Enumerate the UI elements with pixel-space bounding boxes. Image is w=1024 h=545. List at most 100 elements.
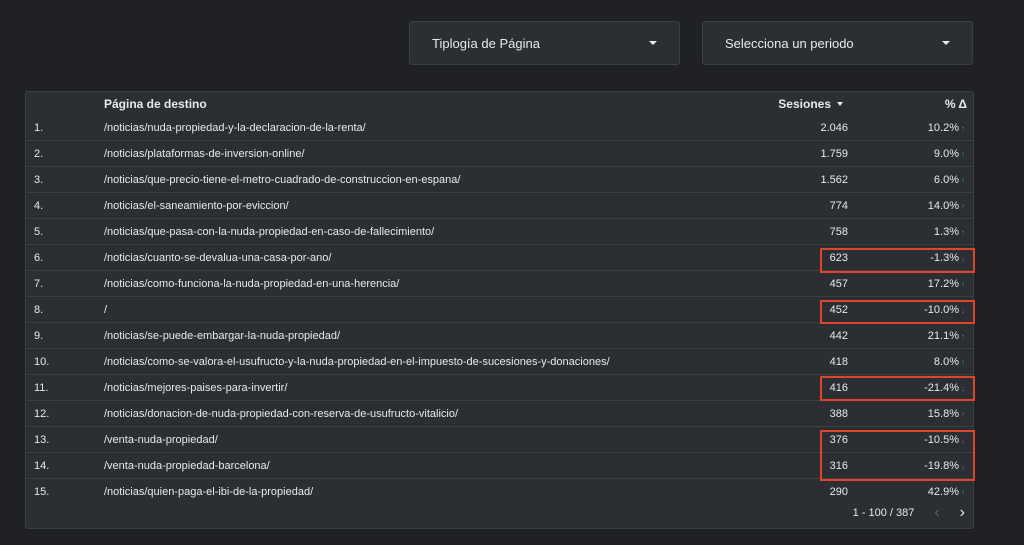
row-page-path[interactable]: /noticias/donacion-de-nuda-propiedad-con… — [104, 408, 458, 420]
row-delta: 10.2% ↑ — [928, 122, 965, 134]
table-row[interactable]: 13. /venta-nuda-propiedad/376 -10.5% ↓ — [26, 427, 973, 453]
row-delta: 6.0% ↑ — [934, 174, 965, 186]
row-delta: 21.1% ↑ — [928, 330, 965, 342]
row-page-path[interactable]: /noticias/quien-paga-el-ibi-de-la-propie… — [104, 486, 313, 498]
row-index: 11. — [34, 382, 49, 394]
arrow-down-icon: ↓ — [961, 462, 965, 471]
row-delta: 9.0% ↑ — [934, 148, 965, 160]
row-delta-value: 14.0% — [927, 200, 959, 212]
table-row[interactable]: 15. /noticias/quien-paga-el-ibi-de-la-pro… — [26, 479, 973, 505]
chevron-right-icon[interactable]: › — [960, 504, 965, 522]
table-row[interactable]: 2. /noticias/plataformas-de-inversion-onl… — [26, 141, 973, 167]
column-header-sessions-label: Sesiones — [778, 97, 831, 111]
row-page-path[interactable]: /noticias/como-se-valora-el-usufructo-y-… — [104, 356, 610, 368]
row-index: 2. — [34, 148, 44, 160]
row-index: 5. — [34, 226, 44, 238]
table-row[interactable]: 14. /venta-nuda-propiedad-barcelona/316 -1… — [26, 453, 973, 479]
arrow-down-icon: ↓ — [961, 306, 965, 315]
table-row[interactable]: 9. /noticias/se-puede-embargar-la-nuda-pr… — [26, 323, 973, 349]
periodo-dropdown[interactable]: Selecciona un periodo — [702, 21, 973, 65]
pagination: 1 - 100 / 387 ‹ › — [853, 504, 965, 522]
row-delta: 1.3% ↑ — [934, 226, 965, 238]
arrow-up-icon: ↑ — [961, 202, 965, 211]
row-page-path[interactable]: /noticias/que-precio-tiene-el-metro-cuad… — [104, 174, 460, 186]
row-sessions: 457 — [829, 278, 848, 290]
arrow-up-icon: ↑ — [961, 410, 965, 419]
row-page-path[interactable]: /noticias/cuanto-se-devalua-una-casa-por… — [104, 252, 331, 264]
table-row[interactable]: 12. /noticias/donacion-de-nuda-propiedad-… — [26, 401, 973, 427]
row-sessions: 416 — [829, 382, 848, 394]
arrow-up-icon: ↑ — [961, 150, 965, 159]
row-sessions: 2.046 — [820, 122, 848, 134]
row-delta-value: -21.4% — [924, 382, 959, 394]
table-row[interactable]: 5. /noticias/que-pasa-con-la-nuda-propied… — [26, 219, 973, 245]
row-sessions: 316 — [829, 460, 848, 472]
row-index: 9. — [34, 330, 44, 342]
row-index: 6. — [34, 252, 44, 264]
row-delta-value: 15.8% — [927, 408, 959, 420]
arrow-up-icon: ↑ — [961, 488, 965, 497]
row-delta-value: 1.3% — [933, 226, 959, 238]
row-delta-value: 17.2% — [927, 278, 959, 290]
row-page-path[interactable]: /noticias/mejores-paises-para-invertir/ — [104, 382, 287, 394]
row-sessions: 442 — [829, 330, 848, 342]
row-delta: -1.3% ↓ — [930, 252, 965, 264]
table-row[interactable]: 1. /noticias/nuda-propiedad-y-la-declarac… — [26, 115, 973, 141]
chevron-left-icon[interactable]: ‹ — [934, 504, 939, 522]
row-page-path[interactable]: /venta-nuda-propiedad/ — [104, 434, 218, 446]
tipologia-dropdown-label: Tiplogía de Página — [432, 35, 540, 51]
row-delta-value: 9.0% — [933, 148, 959, 160]
row-delta-value: -19.8% — [924, 460, 959, 472]
table-row[interactable]: 7. /noticias/como-funciona-la-nuda-propie… — [26, 271, 973, 297]
row-sessions: 1.759 — [820, 148, 848, 160]
row-index: 12. — [34, 408, 50, 420]
row-index: 3. — [34, 174, 44, 186]
row-delta-value: -1.3% — [930, 252, 959, 264]
table-row[interactable]: 8. / 452 -10.0% ↓ — [26, 297, 973, 323]
row-page-path[interactable]: /noticias/como-funciona-la-nuda-propieda… — [104, 278, 399, 290]
caret-down-icon — [942, 41, 950, 45]
row-page-path[interactable]: /noticias/plataformas-de-inversion-onlin… — [104, 148, 305, 160]
tipologia-dropdown[interactable]: Tiplogía de Página — [409, 21, 680, 65]
table-row[interactable]: 4. /noticias/el-saneamiento-por-eviccion/… — [26, 193, 973, 219]
row-page-path[interactable]: /noticias/el-saneamiento-por-eviccion/ — [104, 200, 289, 212]
row-sessions: 376 — [829, 434, 848, 446]
caret-down-icon — [649, 41, 657, 45]
row-sessions: 388 — [829, 408, 848, 420]
row-delta-value: 42.9% — [927, 486, 959, 498]
row-page-path[interactable]: /noticias/se-puede-embargar-la-nuda-prop… — [104, 330, 340, 342]
row-delta: 15.8% ↑ — [928, 408, 965, 420]
row-delta: -10.5% ↓ — [924, 434, 965, 446]
row-sessions: 290 — [829, 486, 848, 498]
row-delta: -21.4% ↓ — [924, 382, 965, 394]
arrow-up-icon: ↑ — [961, 358, 965, 367]
row-page-path[interactable]: /noticias/que-pasa-con-la-nuda-propiedad… — [104, 226, 434, 238]
row-delta-value: 8.0% — [933, 356, 959, 368]
column-header-sessions[interactable]: Sesiones — [778, 97, 843, 111]
row-delta-value: 10.2% — [927, 122, 959, 134]
arrow-down-icon: ↓ — [961, 384, 965, 393]
arrow-up-icon: ↑ — [961, 280, 965, 289]
row-delta: 42.9% ↑ — [928, 486, 965, 498]
table-header: Página de destino Sesiones % Δ — [26, 92, 973, 115]
row-sessions: 623 — [829, 252, 848, 264]
arrow-up-icon: ↑ — [961, 124, 965, 133]
row-sessions: 758 — [829, 226, 848, 238]
arrow-down-icon: ↓ — [961, 254, 965, 263]
row-index: 14. — [34, 460, 50, 472]
table-row[interactable]: 11. /noticias/mejores-paises-para-inverti… — [26, 375, 973, 401]
row-sessions: 1.562 — [820, 174, 848, 186]
column-header-delta[interactable]: % Δ — [945, 97, 967, 111]
row-sessions: 452 — [829, 304, 848, 316]
table-row[interactable]: 6. /noticias/cuanto-se-devalua-una-casa-p… — [26, 245, 973, 271]
row-delta: 14.0% ↑ — [928, 200, 965, 212]
row-page-path[interactable]: /venta-nuda-propiedad-barcelona/ — [104, 460, 270, 472]
column-header-page[interactable]: Página de destino — [104, 97, 207, 111]
table-row[interactable]: 10. /noticias/como-se-valora-el-usufructo… — [26, 349, 973, 375]
row-delta: 17.2% ↑ — [928, 278, 965, 290]
row-page-path[interactable]: / — [104, 304, 107, 316]
table-row[interactable]: 3. /noticias/que-precio-tiene-el-metro-cu… — [26, 167, 973, 193]
row-delta: 8.0% ↑ — [934, 356, 965, 368]
row-page-path[interactable]: /noticias/nuda-propiedad-y-la-declaracio… — [104, 122, 366, 134]
row-sessions: 774 — [829, 200, 848, 212]
